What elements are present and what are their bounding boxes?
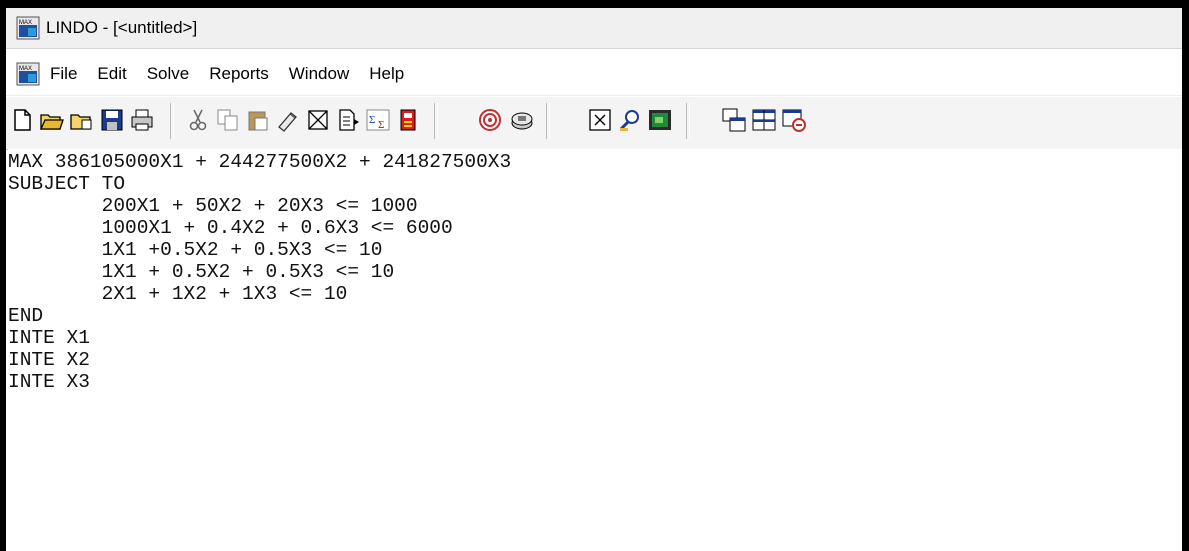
svg-text:Σ: Σ bbox=[369, 114, 375, 126]
paste-icon[interactable] bbox=[244, 105, 272, 135]
report-icon[interactable] bbox=[394, 105, 422, 135]
menu-file[interactable]: File bbox=[44, 64, 87, 84]
cut-icon[interactable] bbox=[184, 105, 212, 135]
editor-line-integer: INTE X1 bbox=[8, 327, 90, 349]
editor-line-end: END bbox=[8, 305, 44, 327]
svg-text:Σ: Σ bbox=[378, 119, 384, 131]
disk-icon[interactable] bbox=[508, 105, 536, 135]
menu-edit[interactable]: Edit bbox=[87, 64, 136, 84]
editor-line-integer: INTE X3 bbox=[8, 371, 90, 393]
copy-icon[interactable] bbox=[214, 105, 242, 135]
new-icon[interactable] bbox=[8, 105, 36, 135]
editor-line-constraint: 2X1 + 1X2 + 1X3 <= 10 bbox=[8, 283, 348, 305]
editor-line-objective: MAX 386105000X1 + 244277500X2 + 24182750… bbox=[8, 151, 512, 173]
editor-line-integer: INTE X2 bbox=[8, 349, 90, 371]
model-editor[interactable]: MAX 386105000X1 + 244277500X2 + 24182750… bbox=[8, 149, 1182, 551]
editor-line-constraint: 1X1 +0.5X2 + 0.5X3 <= 10 bbox=[8, 239, 383, 261]
menu-reports[interactable]: Reports bbox=[199, 64, 279, 84]
menu-solve[interactable]: Solve bbox=[137, 64, 200, 84]
save-icon[interactable] bbox=[98, 105, 126, 135]
cascade-icon[interactable] bbox=[720, 105, 748, 135]
editor-line-constraint: 1X1 + 0.5X2 + 0.5X3 <= 10 bbox=[8, 261, 395, 283]
zoom-icon[interactable] bbox=[616, 105, 644, 135]
toolbar-separator bbox=[546, 103, 550, 139]
find-icon[interactable] bbox=[334, 105, 362, 135]
app-icon: MAX bbox=[16, 16, 40, 40]
menu-window[interactable]: Window bbox=[279, 64, 359, 84]
editor-line-subject-to: SUBJECT TO bbox=[8, 173, 126, 195]
editor-line-constraint: 200X1 + 50X2 + 20X3 <= 1000 bbox=[8, 195, 418, 217]
title-bar[interactable]: MAX LINDO - [<untitled>] bbox=[6, 8, 1182, 49]
menu-bar: MAX File Edit Solve Reports Window Help bbox=[6, 53, 1182, 96]
sum-icon[interactable]: ΣΣ bbox=[364, 105, 392, 135]
target-icon[interactable] bbox=[476, 105, 504, 135]
svg-text:MAX: MAX bbox=[19, 20, 32, 26]
arrange-icon[interactable] bbox=[780, 105, 808, 135]
toolbar-separator bbox=[434, 103, 438, 139]
toolbar: ΣΣ bbox=[6, 96, 1182, 150]
picture-icon[interactable] bbox=[646, 105, 674, 135]
tile-icon[interactable] bbox=[750, 105, 778, 135]
open-file-icon[interactable] bbox=[68, 105, 96, 135]
toolbar-separator bbox=[686, 103, 690, 139]
toolbar-separator bbox=[170, 103, 174, 139]
window-title: LINDO - [<untitled>] bbox=[46, 18, 198, 37]
svg-text:MAX: MAX bbox=[19, 66, 32, 72]
delete-icon[interactable] bbox=[304, 105, 332, 135]
editor-line-constraint: 1000X1 + 0.4X2 + 0.6X3 <= 6000 bbox=[8, 217, 453, 239]
editor-lines: MAX 386105000X1 + 244277500X2 + 24182750… bbox=[8, 151, 511, 393]
print-icon[interactable] bbox=[128, 105, 156, 135]
menu-help[interactable]: Help bbox=[359, 64, 414, 84]
cancel-icon[interactable] bbox=[586, 105, 614, 135]
application-window: MAX LINDO - [<untitled>] MAX File Edit S… bbox=[0, 0, 1189, 551]
open-icon[interactable] bbox=[38, 105, 66, 135]
clear-icon[interactable] bbox=[274, 105, 302, 135]
document-icon[interactable]: MAX bbox=[16, 62, 40, 86]
